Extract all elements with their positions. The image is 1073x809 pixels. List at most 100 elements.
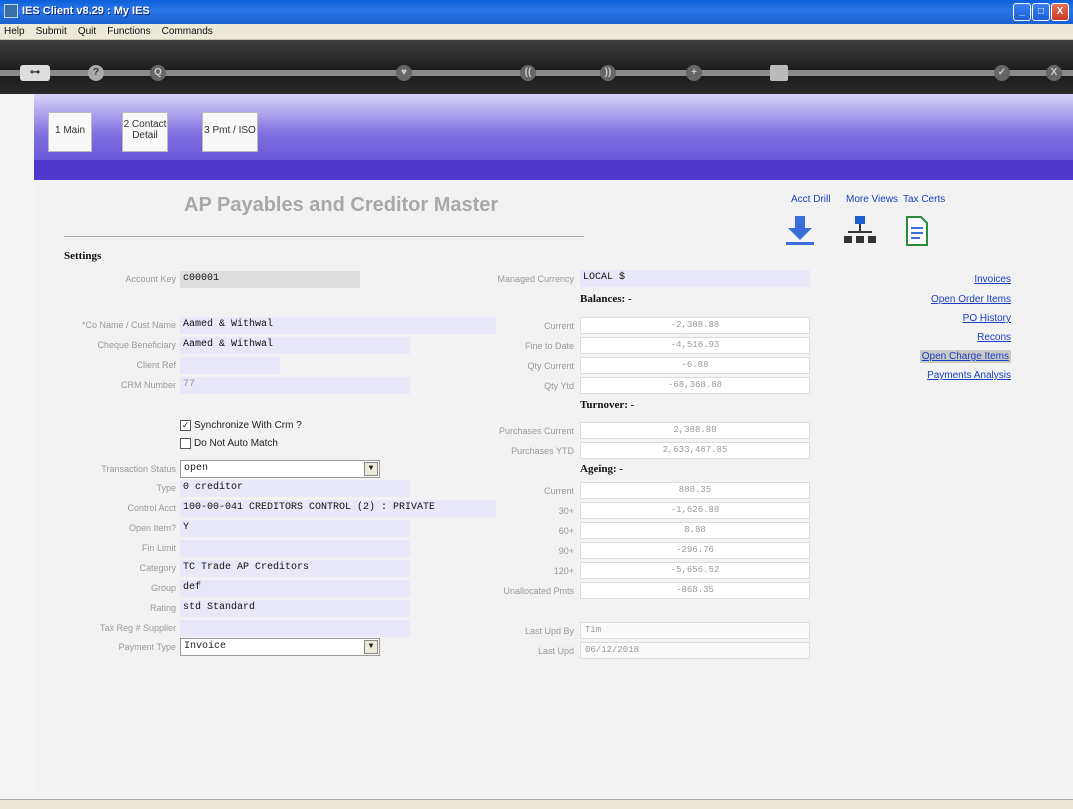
- add-icon[interactable]: +: [686, 65, 702, 81]
- transaction-status-value: open: [184, 463, 209, 474]
- balance-value: -6.88: [580, 357, 810, 374]
- client-ref-label: Client Ref: [136, 360, 176, 370]
- menu-help[interactable]: Help: [0, 24, 29, 39]
- rating-label: Rating: [149, 603, 176, 613]
- group-label: Group: [150, 583, 176, 593]
- link-po-history[interactable]: PO History: [963, 313, 1011, 324]
- chevron-down-icon: ▼: [364, 640, 378, 654]
- tab-pmt-iso-label: 3 Pmt / ISO: [204, 125, 256, 136]
- maximize-button[interactable]: □: [1032, 3, 1050, 21]
- tab-main[interactable]: 1 Main: [48, 112, 92, 152]
- menu-quit[interactable]: Quit: [74, 24, 100, 39]
- balance-label: Current: [543, 321, 574, 331]
- next-icon[interactable]: )): [600, 65, 616, 81]
- heart-icon[interactable]: ♥: [396, 65, 412, 81]
- balance-label: Qty Ytd: [544, 381, 574, 391]
- fin-limit-field[interactable]: [180, 540, 410, 557]
- no-auto-match-label: Do Not Auto Match: [194, 438, 278, 450]
- balance-label: Qty Current: [527, 361, 574, 371]
- category-field[interactable]: TC Trade AP Creditors: [180, 560, 410, 577]
- cheque-beneficiary-label: Cheque Beneficiary: [97, 340, 176, 350]
- tab-pmt-iso[interactable]: 3 Pmt / ISO: [202, 112, 258, 152]
- help-button[interactable]: ?: [88, 65, 104, 81]
- tab-main-label: 1 Main: [54, 125, 85, 136]
- check-icon[interactable]: ✓: [994, 65, 1010, 81]
- ageing-value: -868.35: [580, 582, 810, 599]
- tabs-band: 1 Main 2 Contact Detail 3 Pmt / ISO: [34, 94, 1073, 160]
- transaction-status-label: Transaction Status: [101, 464, 176, 474]
- payment-type-select[interactable]: Invoice ▼: [180, 638, 380, 656]
- acct-drill-label[interactable]: Acct Drill: [791, 194, 830, 205]
- ageing-value: -5,656.52: [580, 562, 810, 579]
- payment-type-label: Payment Type: [118, 642, 176, 652]
- turnover-label: Purchases Current: [498, 426, 574, 436]
- managed-currency-field[interactable]: LOCAL $: [580, 270, 810, 287]
- menu-submit[interactable]: Submit: [32, 24, 71, 39]
- ageing-label: 90+: [558, 546, 574, 556]
- client-ref-field[interactable]: [180, 357, 280, 374]
- last-upd-label: Last Upd: [537, 646, 574, 656]
- transaction-status-select[interactable]: open ▼: [180, 460, 380, 478]
- download-arrow-icon[interactable]: [782, 214, 818, 248]
- balance-label: Fine to Date: [524, 341, 574, 351]
- link-recons[interactable]: Recons: [977, 332, 1011, 343]
- checkbox-checked-icon: ✓: [180, 420, 191, 431]
- tax-reg-field[interactable]: [180, 620, 410, 637]
- ageing-label: 120+: [553, 566, 574, 576]
- type-field[interactable]: 0 creditor: [180, 480, 410, 497]
- link-open-charge-items[interactable]: Open Charge Items: [919, 350, 1011, 363]
- link-payments-analysis[interactable]: Payments Analysis: [927, 370, 1011, 381]
- search-icon[interactable]: Q: [150, 65, 166, 81]
- open-item-field[interactable]: Y: [180, 520, 410, 537]
- menu-functions[interactable]: Functions: [103, 24, 154, 39]
- open-item-label: Open Item?: [128, 523, 176, 533]
- org-chart-icon[interactable]: [842, 214, 878, 248]
- ageing-label: Unallocated Pmts: [503, 586, 574, 596]
- ageing-value: -296.76: [580, 542, 810, 559]
- turnover-value: 2,388.88: [580, 422, 810, 439]
- turnover-value: 2,633,467.85: [580, 442, 810, 459]
- prev-icon[interactable]: ((: [520, 65, 536, 81]
- last-upd-field: 06/12/2018: [580, 642, 810, 659]
- group-field[interactable]: def: [180, 580, 410, 597]
- stop-icon[interactable]: [770, 65, 788, 81]
- tab-contact-detail[interactable]: 2 Contact Detail: [122, 112, 168, 152]
- last-upd-by-field: Tim: [580, 622, 810, 639]
- cancel-icon[interactable]: X: [1046, 65, 1062, 81]
- ageing-label: 30+: [558, 506, 574, 516]
- sync-crm-label: Synchronize With Crm ?: [194, 420, 302, 432]
- close-button[interactable]: X: [1051, 3, 1069, 21]
- chevron-down-icon: ▼: [364, 462, 378, 476]
- menu-commands[interactable]: Commands: [158, 24, 217, 39]
- balance-value: -4,516.93: [580, 337, 810, 354]
- form-area: AP Payables and Creditor Master Acct Dri…: [34, 180, 1073, 799]
- crm-number-label: CRM Number: [120, 380, 176, 390]
- sub-band: [34, 160, 1073, 180]
- balances-heading: Balances: -: [580, 293, 632, 305]
- link-open-order-items[interactable]: Open Order Items: [931, 294, 1011, 305]
- cheque-beneficiary-field[interactable]: Aamed & Withwal: [180, 337, 410, 354]
- tax-certs-label[interactable]: Tax Certs: [903, 194, 945, 205]
- balance-value: -2,388.88: [580, 317, 810, 334]
- category-label: Category: [139, 563, 176, 573]
- ageing-value: -1,626.88: [580, 502, 810, 519]
- document-icon[interactable]: [898, 214, 934, 248]
- no-auto-match-checkbox[interactable]: Do Not Auto Match: [180, 438, 278, 449]
- title-bar: IES Client v8.29 : My IES _ □ X: [0, 0, 1073, 24]
- settings-heading: Settings: [64, 250, 102, 262]
- menu-bar: Help Submit Quit Functions Commands: [0, 24, 1073, 40]
- more-views-label[interactable]: More Views: [846, 194, 898, 205]
- last-upd-by-label: Last Upd By: [524, 626, 574, 636]
- managed-currency-label: Managed Currency: [497, 274, 574, 284]
- key-icon[interactable]: ⊶: [20, 65, 50, 81]
- crm-number-field[interactable]: 77: [180, 377, 410, 394]
- account-key-field[interactable]: c00001: [180, 271, 360, 288]
- link-invoices[interactable]: Invoices: [974, 274, 1011, 285]
- type-label: Type: [156, 483, 176, 493]
- account-key-label: Account Key: [125, 274, 176, 284]
- turnover-label: Purchases YTD: [511, 446, 574, 456]
- sync-crm-checkbox[interactable]: ✓ Synchronize With Crm ?: [180, 420, 302, 431]
- rating-field[interactable]: std Standard: [180, 600, 410, 617]
- minimize-button[interactable]: _: [1013, 3, 1031, 21]
- checkbox-empty-icon: [180, 438, 191, 449]
